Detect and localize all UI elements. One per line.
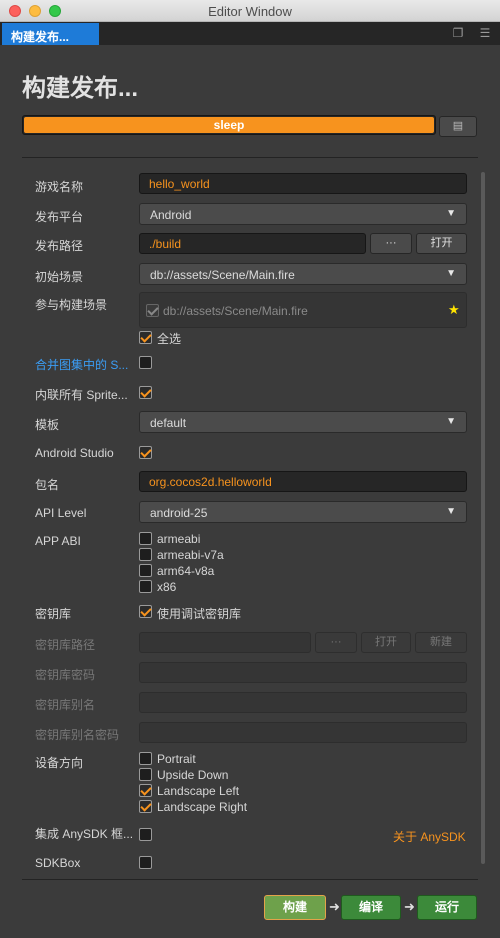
dropdown-arrow-icon: ▼ (446, 416, 456, 427)
keystore-alias-label: 密钥库别名 (35, 698, 96, 712)
dropdown-arrow-icon: ▼ (446, 506, 456, 517)
template-value: default (150, 416, 187, 430)
orientation-label: 设备方向 (35, 756, 84, 770)
debug-keystore-checkbox[interactable] (139, 605, 152, 618)
abi-armeabi-v7a-checkbox[interactable] (139, 548, 152, 561)
dropdown-arrow-icon: ▼ (446, 208, 456, 219)
orientation-upside-down-checkbox[interactable] (139, 768, 152, 781)
orientation-portrait-checkbox[interactable] (139, 752, 152, 765)
arrow-right-icon: ➜ (404, 899, 415, 914)
orientation-landscape-right-label: Landscape Right (157, 800, 248, 814)
keystore-browse-button[interactable]: ··· (315, 632, 357, 653)
progress-label: sleep (213, 118, 245, 132)
android-studio-checkbox[interactable] (139, 446, 152, 459)
abi-x86-checkbox[interactable] (139, 580, 152, 593)
menu-icon[interactable]: ☰ (478, 26, 492, 40)
orientation-landscape-left-checkbox[interactable] (139, 784, 152, 797)
dropdown-arrow-icon: ▼ (446, 268, 456, 279)
tab-bar: 构建发布... ❐ ☰ (0, 22, 500, 45)
title-bar: Editor Window (0, 0, 500, 22)
keystore-password-label: 密钥库密码 (35, 668, 96, 682)
package-name-input[interactable]: org.cocos2d.helloworld (139, 471, 467, 492)
abi-armeabi-checkbox[interactable] (139, 532, 152, 545)
keystore-open-button[interactable]: 打开 (361, 632, 411, 653)
game-name-input[interactable]: hello_world (139, 173, 467, 194)
page-title: 构建发布... (22, 75, 139, 102)
sdkbox-checkbox[interactable] (139, 856, 152, 869)
keystore-label: 密钥库 (35, 607, 72, 621)
merge-atlas-checkbox[interactable] (139, 356, 152, 369)
abi-arm64-v8a-label: arm64-v8a (157, 564, 215, 578)
game-name-label: 游戏名称 (35, 180, 84, 194)
orientation-landscape-right-checkbox[interactable] (139, 800, 152, 813)
build-path-browse-button[interactable]: ··· (370, 233, 412, 254)
merge-atlas-label[interactable]: 合并图集中的 S... (35, 356, 128, 373)
build-path-label: 发布路径 (35, 239, 84, 253)
template-select[interactable]: default ▼ (139, 411, 467, 433)
api-level-label: API Level (35, 506, 87, 520)
divider-top (22, 157, 478, 158)
debug-keystore-label: 使用调试密钥库 (157, 607, 242, 621)
build-path-input[interactable]: ./build (139, 233, 366, 254)
alias-password-input[interactable] (139, 722, 467, 743)
keystore-password-input[interactable] (139, 662, 467, 683)
abi-x86-label: x86 (157, 580, 177, 594)
template-label: 模板 (35, 418, 60, 432)
tab-build-publish[interactable]: 构建发布... (2, 23, 99, 45)
abi-arm64-v8a-checkbox[interactable] (139, 564, 152, 577)
arrow-right-icon: ➜ (329, 899, 340, 914)
platform-value: Android (150, 208, 192, 222)
api-level-select[interactable]: android-25 ▼ (139, 501, 467, 523)
orientation-portrait-label: Portrait (157, 752, 196, 766)
orientation-upside-down-label: Upside Down (157, 768, 229, 782)
keystore-path-input[interactable] (139, 632, 311, 653)
start-scene-label: 初始场景 (35, 270, 84, 284)
popout-icon[interactable]: ❐ (451, 26, 465, 40)
scene-main-label: db://assets/Scene/Main.fire (163, 304, 308, 318)
select-all-checkbox[interactable] (139, 331, 152, 344)
scrollbar[interactable] (481, 172, 485, 864)
window-title: Editor Window (208, 4, 292, 19)
android-studio-label: Android Studio (35, 446, 114, 460)
build-button[interactable]: 构建 (264, 895, 326, 920)
start-scene-value: db://assets/Scene/Main.fire (150, 268, 295, 282)
package-name-label: 包名 (35, 478, 60, 492)
inline-sprite-label: 内联所有 Sprite... (35, 388, 128, 402)
build-path-open-button[interactable]: 打开 (416, 233, 467, 254)
divider-bottom (22, 879, 478, 880)
anysdk-label: 集成 AnySDK 框... (35, 827, 134, 841)
start-scene-select[interactable]: db://assets/Scene/Main.fire ▼ (139, 263, 467, 285)
keystore-alias-input[interactable] (139, 692, 467, 713)
scene-main-checkbox[interactable] (146, 304, 159, 317)
select-all-label: 全选 (157, 332, 182, 346)
inline-sprite-checkbox[interactable] (139, 386, 152, 399)
keystore-new-button[interactable]: 新建 (415, 632, 467, 653)
orientation-landscape-left-label: Landscape Left (157, 784, 240, 798)
anysdk-checkbox[interactable] (139, 828, 152, 841)
file-icon: ▤ (452, 120, 464, 132)
app-abi-label: APP ABI (35, 534, 81, 548)
platform-label: 发布平台 (35, 210, 84, 224)
keystore-path-label: 密钥库路径 (35, 638, 96, 652)
start-scene-star-icon: ★ (448, 302, 460, 317)
abi-armeabi-label: armeabi (157, 532, 201, 546)
about-anysdk-link[interactable]: 关于 AnySDK (393, 828, 466, 845)
log-file-button[interactable]: ▤ (439, 116, 477, 137)
compile-button[interactable]: 编译 (341, 895, 401, 920)
api-level-value: android-25 (150, 506, 208, 520)
platform-select[interactable]: Android ▼ (139, 203, 467, 225)
abi-armeabi-v7a-label: armeabi-v7a (157, 548, 224, 562)
run-button[interactable]: 运行 (417, 895, 477, 920)
alias-password-label: 密钥库别名密码 (35, 728, 120, 742)
sdkbox-label: SDKBox (35, 856, 81, 870)
scenes-label: 参与构建场景 (35, 298, 108, 312)
build-progress-bar: sleep (22, 115, 436, 135)
